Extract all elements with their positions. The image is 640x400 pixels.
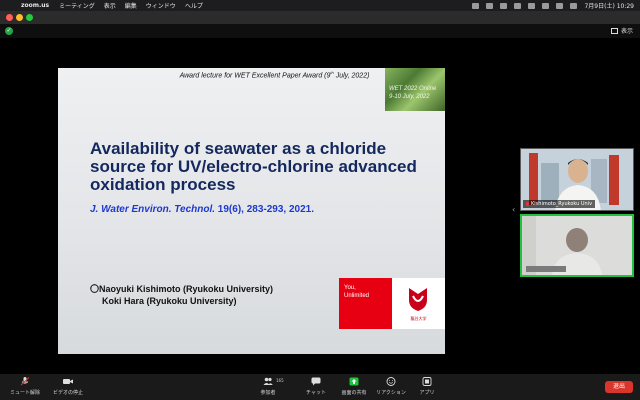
collapse-panel-arrow-icon[interactable]: ‹ (512, 205, 516, 215)
microphone-off-icon (20, 377, 30, 386)
stop-video-label: ビデオの停止 (52, 390, 83, 396)
maximize-window-button[interactable] (26, 14, 33, 21)
university-logo: 龍谷大学 (392, 278, 445, 329)
participants-icon (263, 377, 273, 385)
author-coauthor: Koki Hara (Ryukoku University) (102, 296, 237, 306)
grid-view-icon (610, 27, 618, 34)
zoom-status-icon[interactable] (472, 2, 480, 9)
view-button[interactable]: 表示 (610, 26, 633, 35)
participant-name: Kishimoto_Ryukoku Univ (531, 201, 593, 207)
share-screen-icon (349, 377, 359, 386)
battery-icon[interactable] (528, 2, 536, 9)
participants-button[interactable]: 参加者 (243, 377, 293, 396)
smiley-icon (386, 377, 396, 386)
menu-window[interactable]: ウィンドウ (146, 1, 176, 10)
forest-photo: WET 2022 Online 9-10 July, 2022 (385, 68, 445, 111)
apps-label: アプリ (419, 390, 435, 396)
author-presenter: 〇Naoyuki Kishimoto (Ryukoku University) (90, 284, 274, 294)
journal-reference: 19(6), 283-293, 2021. (215, 204, 314, 215)
video-status-icon[interactable] (500, 2, 508, 9)
view-button-label: 表示 (620, 28, 633, 35)
search-icon[interactable] (556, 2, 564, 9)
menu-edit[interactable]: 編集 (125, 1, 137, 10)
minimize-window-button[interactable] (16, 14, 23, 21)
muted-mic-icon (526, 202, 529, 206)
share-screen-label: 画面の共有 (341, 390, 367, 396)
unmute-label: ミュート解除 (9, 390, 40, 396)
window-titlebar (0, 11, 640, 24)
journal-name: J. Water Environ. Technol. (90, 204, 216, 215)
journal-citation: J. Water Environ. Technol. 19(6), 283-29… (90, 204, 314, 215)
chat-bubble-icon (311, 377, 321, 386)
security-shield-icon[interactable]: ✓ (5, 27, 13, 35)
active-speaker-video-tile[interactable] (520, 214, 634, 277)
award-line: Award lecture for WET Excellent Paper Aw… (172, 70, 377, 79)
logo-line1: You, (344, 285, 356, 291)
control-center-icon[interactable] (570, 2, 578, 9)
screen-share-icon[interactable] (486, 2, 494, 9)
award-text-end: July, 2022) (333, 72, 370, 80)
video-camera-icon (63, 379, 73, 384)
close-window-button[interactable] (6, 14, 13, 21)
participant-nameplate: Kishimoto_Ryukoku Univ (523, 200, 596, 208)
menu-meeting[interactable]: ミーティング (59, 1, 95, 10)
ryukoku-emblem-icon (409, 288, 427, 311)
participant-count: 165 (276, 378, 284, 383)
meeting-info-bar (0, 24, 640, 38)
menu-app-name[interactable]: zoom.us (21, 2, 49, 9)
forest-caption-line1: WET 2022 Online (389, 86, 437, 92)
shared-screen-slide: Award lecture for WET Excellent Paper Aw… (58, 68, 445, 354)
leave-meeting-button[interactable]: 退出 (605, 381, 633, 393)
university-name: 龍谷大学 (410, 316, 427, 321)
apps-button[interactable]: アプリ (402, 377, 452, 396)
participant-video-feed (522, 216, 632, 275)
bluetooth-icon[interactable] (514, 2, 522, 9)
forest-caption-line2: 9-10 July, 2022 (389, 94, 430, 100)
logo-line2: Unlimited (344, 293, 370, 299)
menubar-clock[interactable]: 7月9日(土) 10:29 (584, 1, 634, 10)
menu-help[interactable]: ヘルプ (185, 1, 203, 10)
stop-video-button[interactable]: ビデオの停止 (43, 377, 93, 396)
apps-icon (422, 377, 432, 386)
slide-title: Availability of seawater as a chloride s… (90, 139, 417, 194)
participants-label: 参加者 (260, 390, 276, 396)
chat-label: チャット (306, 390, 326, 396)
menu-bar: zoom.us ミーティング 表示 編集 ウィンドウ ヘルプ 7月9日(土) 1… (0, 0, 640, 11)
you-unlimited-logo: You, Unlimited (339, 278, 392, 329)
wifi-icon[interactable] (542, 2, 550, 9)
participant-video-tile[interactable]: Kishimoto_Ryukoku Univ (520, 148, 634, 211)
award-text: Award lecture for WET Excellent Paper Aw… (179, 72, 331, 80)
menu-view[interactable]: 表示 (104, 1, 116, 10)
